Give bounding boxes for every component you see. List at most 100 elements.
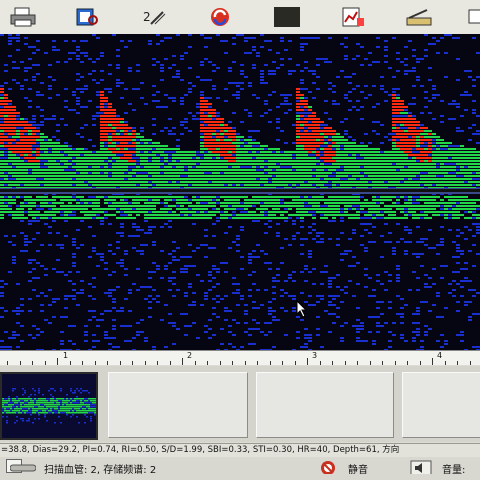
- spectrum-pixel: [396, 142, 400, 144]
- spectrum-pixel: [272, 172, 276, 174]
- spectrum-pixel: [152, 214, 156, 216]
- spectrum-pixel: [36, 178, 40, 180]
- spectrum-pixel: [52, 196, 56, 198]
- thumbnail-pixel: [16, 408, 18, 410]
- spectrum-pixel: [140, 169, 144, 171]
- spectrum-pixel: [24, 139, 28, 141]
- spectrum-pixel: [108, 199, 112, 201]
- spectrum-pixel: [184, 313, 188, 315]
- spectrum-pixel: [400, 112, 404, 114]
- spectrum-pixel: [420, 163, 424, 165]
- spectrum-pixel: [424, 136, 428, 138]
- thumbnail-pixel: [12, 406, 14, 408]
- spectrum-pixel: [368, 295, 372, 297]
- spectrum-pixel: [244, 196, 248, 198]
- spectrum-pixel: [296, 64, 300, 66]
- spectrum-pixel: [80, 166, 84, 168]
- spectrum-pixel: [216, 112, 220, 114]
- spectrum-pixel: [80, 91, 84, 93]
- spectrum-pixel: [40, 148, 44, 150]
- search-document-icon[interactable]: [72, 4, 102, 30]
- spectrum-pixel: [88, 151, 92, 153]
- spectrum-pixel: [304, 130, 308, 132]
- spectrum-pixel: [28, 214, 32, 216]
- spectrum-pixel: [188, 256, 192, 258]
- thumbnail-pixel: [38, 388, 40, 390]
- spectrum-pixel: [288, 157, 292, 159]
- spectrum-pixel: [280, 130, 284, 132]
- spectrum-pixel: [180, 199, 184, 201]
- spectrum-pixel: [216, 301, 220, 303]
- thumbnail-pixel: [42, 412, 44, 414]
- printer-icon[interactable]: [8, 4, 38, 30]
- spectrum-pixel: [48, 289, 52, 291]
- spectrum-pixel: [400, 217, 404, 219]
- display-icon[interactable]: [462, 4, 480, 30]
- spectrum-pixel: [132, 205, 136, 207]
- spectrum-pixel: [200, 133, 204, 135]
- thumbnail-pixel: [32, 408, 34, 410]
- spectrum-pixel: [44, 154, 48, 156]
- stored-spectrum-thumbnail[interactable]: [0, 372, 98, 440]
- spectrum-pixel: [192, 304, 196, 306]
- thumbnail-pixel: [48, 408, 50, 410]
- spectrum-pixel: [32, 175, 36, 177]
- scanner-icon[interactable]: [404, 4, 434, 30]
- spectrum-pixel: [176, 76, 180, 78]
- blank-button-icon[interactable]: [272, 4, 302, 30]
- spectrum-pixel: [324, 154, 328, 156]
- spectrum-pixel: [340, 181, 344, 183]
- spectrum-pixel: [68, 271, 72, 273]
- thumbnail-pixel: [40, 404, 42, 406]
- spectrum-pixel: [128, 196, 132, 198]
- spectrum-pixel: [328, 202, 332, 204]
- spectrum-pixel: [152, 172, 156, 174]
- spectrum-pixel: [464, 154, 468, 156]
- spectrum-pixel: [116, 217, 120, 219]
- spectrum-pixel: [332, 202, 336, 204]
- spectrum-pixel: [228, 247, 232, 249]
- spectrum-pixel: [456, 37, 460, 39]
- spectrum-pixel: [248, 343, 252, 345]
- spectrum-pixel: [424, 301, 428, 303]
- spectrum-pixel: [264, 169, 268, 171]
- time-axis-tick: [444, 361, 446, 365]
- spectrum-pixel: [260, 34, 264, 36]
- spectrum-pixel: [140, 97, 144, 99]
- spectrum-pixel: [372, 130, 376, 132]
- spectrum-pixel: [244, 313, 248, 315]
- spectrum-pixel: [456, 229, 460, 231]
- spectrum-pixel: [132, 166, 136, 168]
- spectrum-pixel: [128, 130, 132, 132]
- spectrum-pixel: [388, 139, 392, 141]
- spectrum-pixel: [116, 196, 120, 198]
- spectrum-pixel: [12, 157, 16, 159]
- spectrum-pixel: [320, 283, 324, 285]
- spectrum-pixel: [148, 307, 152, 309]
- spectrum-pixel: [432, 97, 436, 99]
- spectrum-pixel: [324, 112, 328, 114]
- spectrum-pixel: [304, 268, 308, 270]
- spectrum-pixel: [96, 325, 100, 327]
- spectrum-pixel: [180, 58, 184, 60]
- spectrum-pixel: [320, 271, 324, 273]
- spectrum-pixel: [392, 172, 396, 174]
- chart-doc-icon[interactable]: [338, 4, 368, 30]
- thumbnail-pixel: [46, 398, 48, 400]
- spectrum-pixel: [200, 163, 204, 165]
- spectrum-pixel: [452, 103, 456, 105]
- spectrum-pixel: [416, 181, 420, 183]
- spectrum-pixel: [4, 196, 8, 198]
- thumbnail-pixel: [54, 402, 56, 404]
- spectrum-pixel: [140, 130, 144, 132]
- spectrum-pixel: [48, 76, 52, 78]
- spectrum-pixel: [284, 160, 288, 162]
- refresh-icon[interactable]: [205, 4, 235, 30]
- spectrum-pixel: [104, 163, 108, 165]
- spectrum-pixel: [84, 202, 88, 204]
- spectrum-pixel: [332, 169, 336, 171]
- spectrum-pixel: [456, 271, 460, 273]
- spectrum-pixel: [472, 214, 476, 216]
- spectrum-pixel: [352, 232, 356, 234]
- measure-tool-icon[interactable]: 2: [138, 4, 168, 30]
